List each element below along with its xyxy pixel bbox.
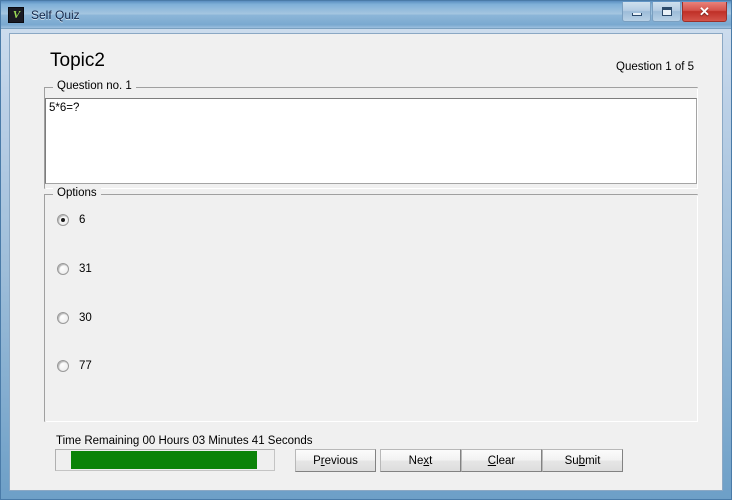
question-groupbox-label: Question no. 1 — [53, 80, 136, 92]
client-area: Topic2 Question 1 of 5 Question no. 1 5*… — [9, 33, 723, 491]
options-groupbox-label: Options — [53, 187, 101, 199]
option-row[interactable]: 30 — [57, 310, 92, 326]
option-label: 31 — [79, 263, 92, 275]
radio-icon[interactable] — [57, 312, 69, 324]
app-icon-glyph: V — [12, 8, 20, 21]
previous-button-label-pre: P — [313, 454, 321, 467]
option-row[interactable]: 6 — [57, 212, 85, 228]
radio-icon[interactable] — [57, 263, 69, 275]
option-row[interactable]: 77 — [57, 358, 92, 374]
submit-button[interactable]: Su b mit — [542, 449, 623, 472]
minimize-icon — [631, 13, 642, 16]
caption-button-group: ✕ — [621, 2, 727, 23]
submit-button-label-post: mit — [585, 454, 601, 467]
submit-button-label-pre: Su — [564, 454, 579, 467]
page-title: Topic2 — [50, 50, 105, 71]
options-groupbox: Options — [44, 187, 698, 422]
option-row[interactable]: 31 — [57, 261, 92, 277]
groupbox-bevel — [45, 195, 698, 422]
maximize-button[interactable] — [652, 2, 681, 22]
previous-button[interactable]: Pr evious — [295, 449, 376, 472]
option-label: 77 — [79, 360, 92, 372]
option-label: 6 — [79, 214, 86, 226]
next-button-label-pre: Ne — [408, 454, 424, 467]
app-icon: V — [8, 6, 24, 23]
radio-icon[interactable] — [57, 360, 69, 372]
option-label: 30 — [79, 312, 92, 324]
question-text: 5*6=? — [49, 102, 80, 114]
close-icon: ✕ — [699, 3, 710, 19]
clear-button[interactable]: Clear — [461, 449, 542, 472]
time-progress-fill — [71, 451, 257, 469]
radio-icon[interactable] — [57, 214, 69, 226]
next-button-label-post: t — [429, 454, 433, 467]
maximize-icon — [661, 7, 672, 16]
window-title: Self Quiz — [31, 7, 80, 22]
question-textbox[interactable]: 5*6=? — [45, 98, 697, 184]
close-button[interactable]: ✕ — [682, 2, 727, 22]
time-remaining-label: Time Remaining 00 Hours 03 Minutes 41 Se… — [56, 435, 313, 447]
clear-button-label-post: lear — [496, 454, 516, 467]
minimize-button[interactable] — [622, 2, 651, 22]
question-counter: Question 1 of 5 — [616, 61, 694, 73]
next-button[interactable]: Ne x t — [380, 449, 461, 472]
title-bar[interactable]: V Self Quiz ✕ — [1, 1, 731, 29]
application-window: V Self Quiz ✕ Topic2 Question 1 of 5 Que… — [0, 0, 732, 500]
clear-button-accesskey: C — [487, 454, 497, 467]
previous-button-label-post: evious — [324, 454, 358, 467]
time-progress-bar — [55, 449, 275, 471]
